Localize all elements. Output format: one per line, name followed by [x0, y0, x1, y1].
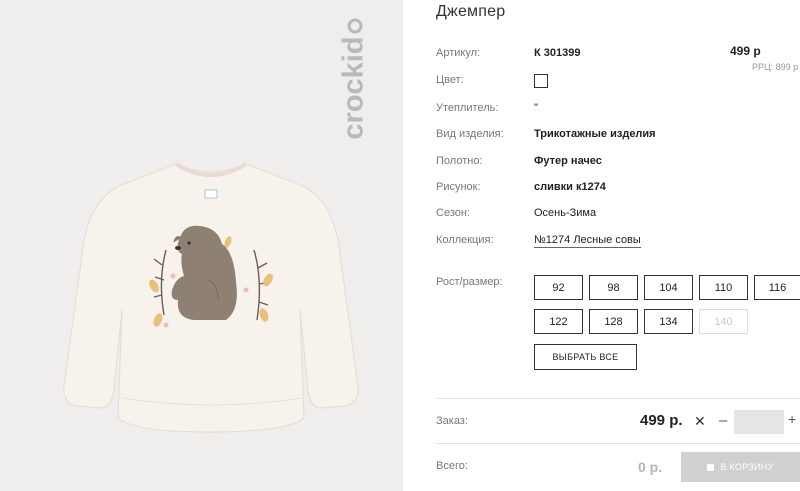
pattern-value: сливки к1274 [534, 181, 606, 193]
product-image[interactable]: crockid [0, 0, 403, 491]
order-label: Заказ: [436, 415, 468, 427]
fabric-label: Полотно: [436, 155, 483, 167]
divider [436, 398, 800, 399]
svg-text:crockid: crockid [338, 36, 370, 139]
close-icon[interactable]: ✕ [694, 414, 708, 428]
season-value: Осень-Зима [534, 207, 597, 219]
add-to-cart-button[interactable]: В КОРЗИНУ [681, 452, 800, 482]
sweater-illustration [63, 162, 359, 433]
add-to-cart-label: В КОРЗИНУ [720, 462, 774, 472]
item-type-value: Трикотажные изделия [534, 128, 656, 140]
recommended-price: РРЦ: 899 р [752, 62, 799, 72]
product-title: Джемпер [436, 3, 506, 20]
total-value: 0 р. [638, 459, 663, 475]
select-all-button[interactable]: ВЫБРАТЬ ВСЕ [534, 344, 637, 370]
article-label: Артикул: [436, 47, 481, 59]
fabric-value: Футер начес [534, 155, 602, 167]
article-value: К 301399 [534, 47, 581, 59]
size-option-122[interactable]: 122 [534, 309, 583, 334]
cart-icon [707, 463, 715, 471]
quantity-increase-button[interactable]: + [788, 411, 796, 427]
brand-logo: crockid [338, 18, 370, 140]
collection-label: Коллекция: [436, 234, 494, 246]
size-option-116[interactable]: 116 [754, 275, 800, 300]
order-price: 499 р. [640, 412, 683, 429]
size-option-140: 140 [699, 309, 748, 334]
total-label: Всего: [436, 460, 468, 472]
size-option-92[interactable]: 92 [534, 275, 583, 300]
size-option-134[interactable]: 134 [644, 309, 693, 334]
size-option-104[interactable]: 104 [644, 275, 693, 300]
size-label: Рост/размер: [436, 276, 503, 288]
insulation-label: Утеплитель: [436, 102, 499, 114]
size-option-128[interactable]: 128 [589, 309, 638, 334]
color-label: Цвет: [436, 74, 464, 86]
size-option-110[interactable]: 110 [699, 275, 748, 300]
divider [436, 443, 800, 444]
season-label: Сезон: [436, 207, 470, 219]
pattern-label: Рисунок: [436, 181, 481, 193]
product-price: 499 р [730, 44, 761, 58]
quantity-input[interactable] [734, 410, 784, 434]
insulation-value: " [534, 102, 538, 114]
size-option-98[interactable]: 98 [589, 275, 638, 300]
color-swatch[interactable] [534, 74, 548, 88]
item-type-label: Вид изделия: [436, 128, 504, 140]
collection-link[interactable]: №1274 Лесные совы [534, 234, 641, 248]
quantity-decrease-button[interactable]: – [719, 412, 731, 429]
